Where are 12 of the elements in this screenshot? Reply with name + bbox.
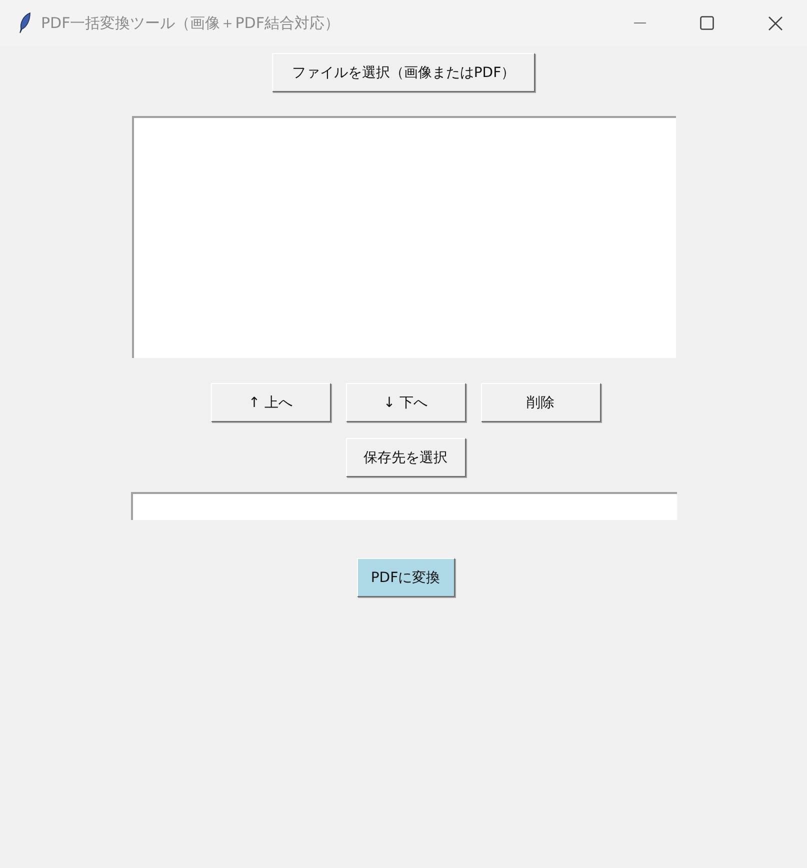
list-action-button[interactable]: ↑ 上へ bbox=[210, 383, 330, 422]
close-icon[interactable] bbox=[768, 16, 783, 30]
maximize-icon[interactable] bbox=[700, 16, 714, 30]
list-action-button[interactable]: ↓ 下へ bbox=[346, 383, 466, 422]
output-path-field[interactable] bbox=[130, 492, 676, 520]
select-file-button[interactable]: ファイルを選択（画像またはPDF） bbox=[272, 53, 535, 92]
convert-button[interactable]: PDFに変換 bbox=[356, 558, 454, 597]
save-location-button[interactable]: 保存先を選択 bbox=[346, 438, 466, 477]
feather-icon bbox=[18, 12, 32, 34]
minimize-icon[interactable] bbox=[634, 22, 646, 24]
window-title: PDF一括変換ツール（画像＋PDF結合対応） bbox=[41, 14, 340, 32]
list-action-button[interactable]: 削除 bbox=[480, 383, 600, 422]
